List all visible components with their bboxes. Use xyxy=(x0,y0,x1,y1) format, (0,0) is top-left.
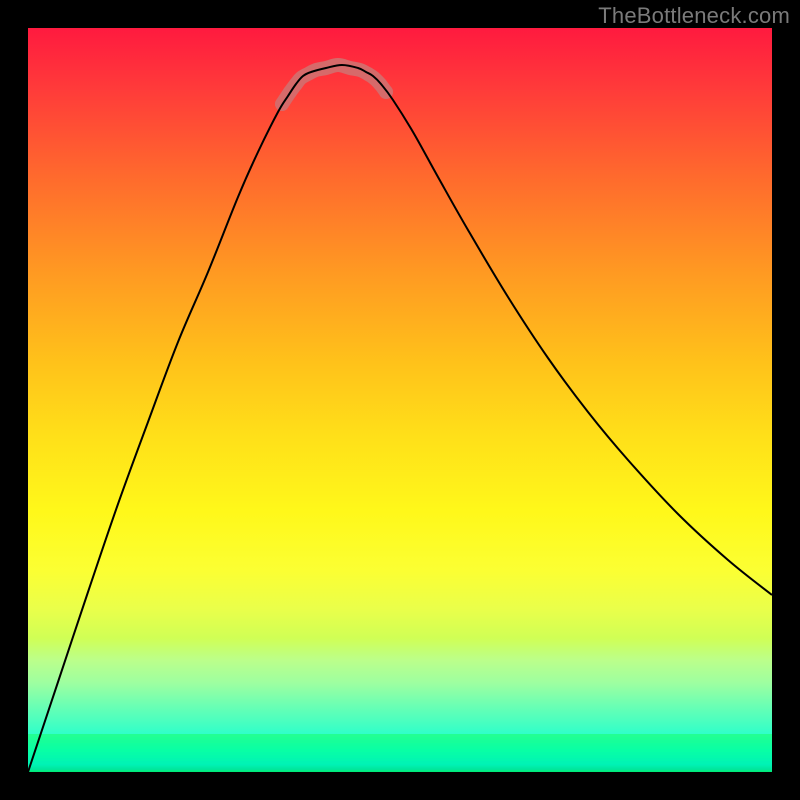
watermark-text: TheBottleneck.com xyxy=(598,3,790,29)
main-curve xyxy=(28,65,772,772)
plot-area xyxy=(28,28,772,772)
outer-frame: TheBottleneck.com xyxy=(0,0,800,800)
chart-svg xyxy=(28,28,772,772)
